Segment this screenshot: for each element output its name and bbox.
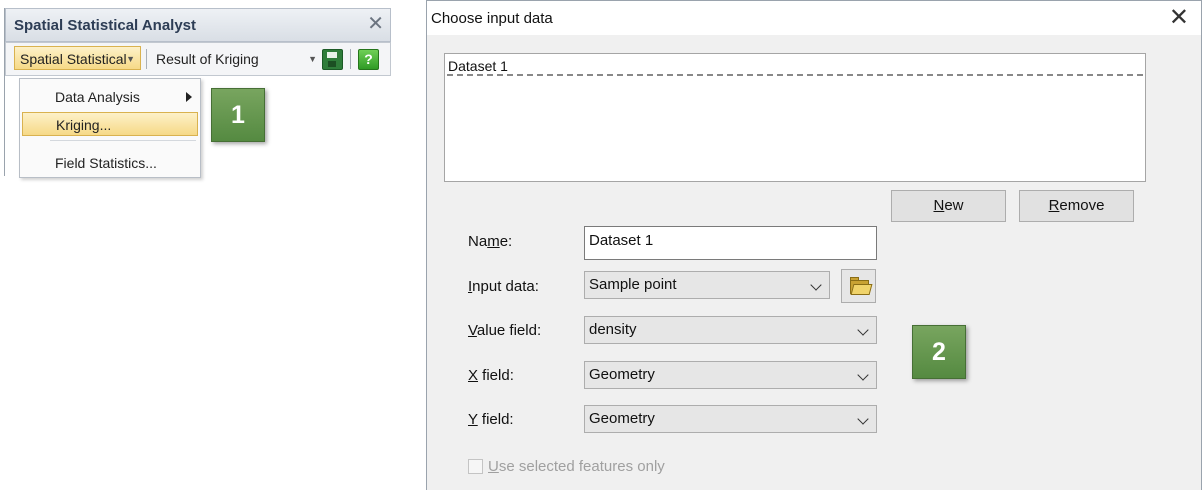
- name-label: Name:: [468, 233, 512, 250]
- button-accel: R: [1048, 197, 1060, 214]
- select-value: Sample point: [589, 276, 677, 293]
- remove-button[interactable]: Remove: [1019, 190, 1134, 222]
- label-accel: m: [487, 233, 500, 250]
- label-accel: U: [488, 458, 499, 475]
- menu-item-label: Kriging...: [56, 117, 112, 133]
- chevron-down-icon: [857, 369, 869, 381]
- label-text: e:: [499, 233, 513, 250]
- result-dropdown[interactable]: Result of Kriging ▼: [151, 46, 317, 70]
- chevron-down-icon: [857, 413, 869, 425]
- label-accel: X: [468, 367, 479, 384]
- panel-titlebar: Spatial Statistical Analyst ✕: [5, 8, 391, 42]
- toolbar-separator: [350, 49, 351, 69]
- open-folder-button[interactable]: [841, 269, 876, 303]
- save-icon[interactable]: [322, 49, 343, 70]
- label-text: se selected features only: [498, 458, 665, 475]
- label-accel: V: [468, 322, 477, 339]
- close-icon[interactable]: ✕: [1169, 4, 1189, 32]
- chevron-down-icon: [810, 279, 822, 291]
- y-field-label: Y field:: [468, 411, 514, 428]
- input-data-select[interactable]: Sample point: [584, 271, 830, 299]
- select-value: density: [589, 321, 637, 338]
- use-selected-features-label: Use selected features only: [488, 458, 665, 475]
- submenu-arrow-icon: [186, 92, 192, 102]
- value-field-select[interactable]: density: [584, 316, 877, 344]
- value-field-label: Value field:: [468, 322, 541, 339]
- choose-input-data-dialog: Choose input data ✕ Dataset 1 New Remove…: [426, 0, 1202, 490]
- select-value: Geometry: [589, 410, 655, 427]
- help-icon[interactable]: ?: [358, 49, 379, 70]
- name-input[interactable]: Dataset 1: [584, 226, 877, 260]
- label-accel: Y: [468, 411, 478, 428]
- menu-item-label: Data Analysis: [55, 89, 140, 105]
- dropdown-arrow-icon: ▼: [308, 54, 317, 64]
- step-badge-1: 1: [211, 88, 265, 142]
- label-text: Na: [468, 233, 488, 250]
- close-icon[interactable]: ✕: [367, 13, 384, 35]
- result-dropdown-value: Result of Kriging: [156, 51, 259, 67]
- button-label: ew: [944, 197, 964, 214]
- dropdown-arrow-icon: ▼: [126, 54, 135, 64]
- input-data-label: Input data:: [468, 278, 539, 295]
- spatial-statistical-menu: Data Analysis Kriging... Field Statistic…: [19, 78, 201, 178]
- panel-title: Spatial Statistical Analyst: [14, 17, 197, 34]
- dialog-titlebar: Choose input data ✕: [427, 1, 1201, 35]
- new-button[interactable]: New: [891, 190, 1006, 222]
- label-text: field:: [478, 367, 514, 384]
- dialog-title: Choose input data: [431, 10, 553, 27]
- menu-item-kriging[interactable]: Kriging...: [22, 112, 198, 136]
- panel-toolbar: Spatial Statistical ▼ Result of Kriging …: [5, 42, 391, 76]
- list-item[interactable]: Dataset 1: [447, 57, 1143, 76]
- toolbar-separator: [146, 49, 147, 69]
- use-selected-features-checkbox[interactable]: [468, 459, 483, 474]
- spatial-statistical-analyst-panel: Spatial Statistical Analyst ✕ Spatial St…: [4, 8, 401, 178]
- x-field-select[interactable]: Geometry: [584, 361, 877, 389]
- button-label: emove: [1059, 197, 1105, 214]
- label-text: nput data:: [472, 278, 539, 295]
- menu-item-data-analysis[interactable]: Data Analysis: [20, 85, 200, 109]
- folder-open-icon: [850, 284, 873, 295]
- label-text: alue field:: [476, 322, 542, 339]
- spatial-statistical-menu-button[interactable]: Spatial Statistical ▼: [14, 46, 141, 70]
- dataset-list[interactable]: Dataset 1: [444, 53, 1146, 182]
- menu-button-label: Spatial Statistical: [20, 51, 127, 67]
- label-text: field:: [477, 411, 514, 428]
- step-badge-2: 2: [912, 325, 966, 379]
- select-value: Geometry: [589, 366, 655, 383]
- button-accel: N: [933, 197, 945, 214]
- menu-item-label: Field Statistics...: [55, 155, 157, 171]
- y-field-select[interactable]: Geometry: [584, 405, 877, 433]
- menu-item-field-statistics[interactable]: Field Statistics...: [20, 151, 200, 175]
- chevron-down-icon: [857, 324, 869, 336]
- menu-separator: [50, 140, 196, 141]
- x-field-label: X field:: [468, 367, 514, 384]
